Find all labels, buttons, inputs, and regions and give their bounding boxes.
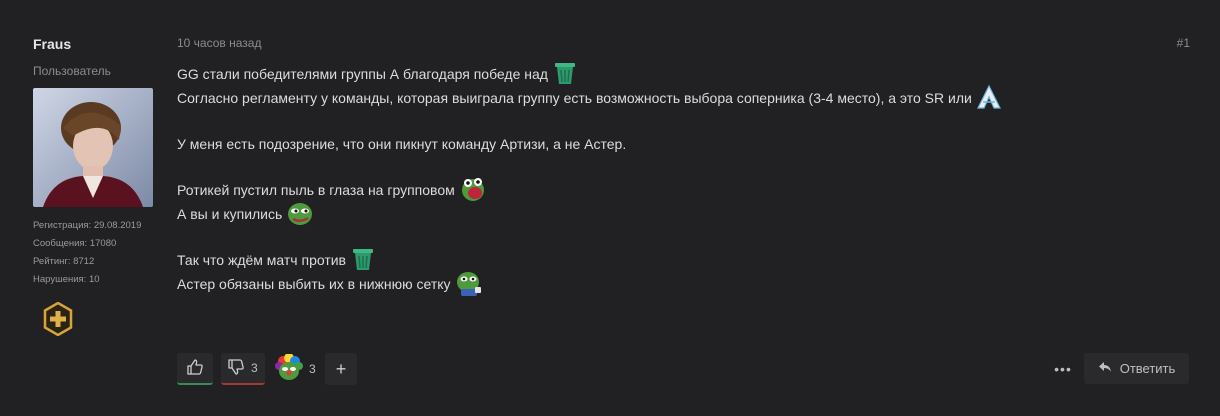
reply-icon (1098, 360, 1112, 377)
post-text: А вы и купились (177, 206, 283, 222)
post-text: Согласно регламенту у команды, которая в… (177, 90, 972, 106)
pepe-clown-icon (275, 352, 303, 385)
reply-button[interactable]: Ответить (1084, 353, 1189, 384)
stat-messages: Сообщения: 17080 (33, 238, 117, 249)
thumbs-up-icon (186, 358, 204, 379)
post-line: А вы и купились (177, 202, 1002, 226)
post-line: Так что ждём матч против (177, 248, 1002, 272)
clown-count: 3 (309, 362, 316, 376)
user-stats: Регистрация: 29.08.2019 Сообщения: 17080… (33, 217, 163, 289)
dislike-count: 3 (251, 361, 258, 375)
reply-label: Ответить (1119, 361, 1176, 376)
dislike-button[interactable]: 3 (221, 353, 265, 385)
trash-can-emote-icon (350, 246, 376, 275)
post-text: GG стали победителями группы А благодаря… (177, 66, 548, 82)
clown-reaction-button[interactable]: 3 (273, 352, 317, 385)
forum-post: Fraus Пользователь Регистрация: 29.08.20… (0, 0, 1220, 416)
post-line: У меня есть подозрение, что они пикнут к… (177, 132, 1002, 156)
post-line: GG стали победителями группы А благодаря… (177, 62, 1002, 86)
reaction-bar: 3 3 + (177, 352, 357, 385)
post-text: Астер обязаны выбить их в нижнюю сетку (177, 276, 451, 292)
stat-rating: Рейтинг: 8712 (33, 256, 95, 267)
user-panel: Fraus Пользователь Регистрация: 29.08.20… (33, 34, 163, 337)
username[interactable]: Fraus (33, 36, 163, 52)
post-number[interactable]: #1 (1170, 36, 1190, 50)
stat-registration: Регистрация: 29.08.2019 (33, 220, 142, 231)
post-text: У меня есть подозрение, что они пикнут к… (177, 136, 627, 152)
post-text: Так что ждём матч против (177, 252, 346, 268)
plus-badge-icon (43, 301, 73, 337)
avatar[interactable] (33, 88, 153, 207)
pepe-screaming-emote-icon (459, 175, 487, 206)
pepe-smug-emote-icon (286, 199, 314, 230)
more-options-icon[interactable]: ••• (1053, 357, 1073, 381)
user-title: Пользователь (33, 64, 111, 78)
post-text: Ротикей пустил пыль в глаза на групповом (177, 182, 455, 198)
thumbs-down-icon (227, 358, 245, 379)
like-button[interactable] (177, 353, 213, 385)
post-line: Астер обязаны выбить их в нижнюю сетку (177, 271, 1002, 296)
trash-can-emote-icon (552, 60, 578, 89)
team-logo-icon (976, 84, 1002, 113)
post-line: Согласно регламенту у команды, которая в… (177, 84, 1002, 113)
post-content: GG стали победителями группы А благодаря… (177, 62, 1002, 296)
pepe-sad-emote-icon (455, 269, 483, 300)
add-reaction-button[interactable]: + (325, 353, 357, 385)
stat-violations: Нарушения: 10 (33, 274, 100, 285)
post-time[interactable]: 10 часов назад (177, 36, 261, 50)
